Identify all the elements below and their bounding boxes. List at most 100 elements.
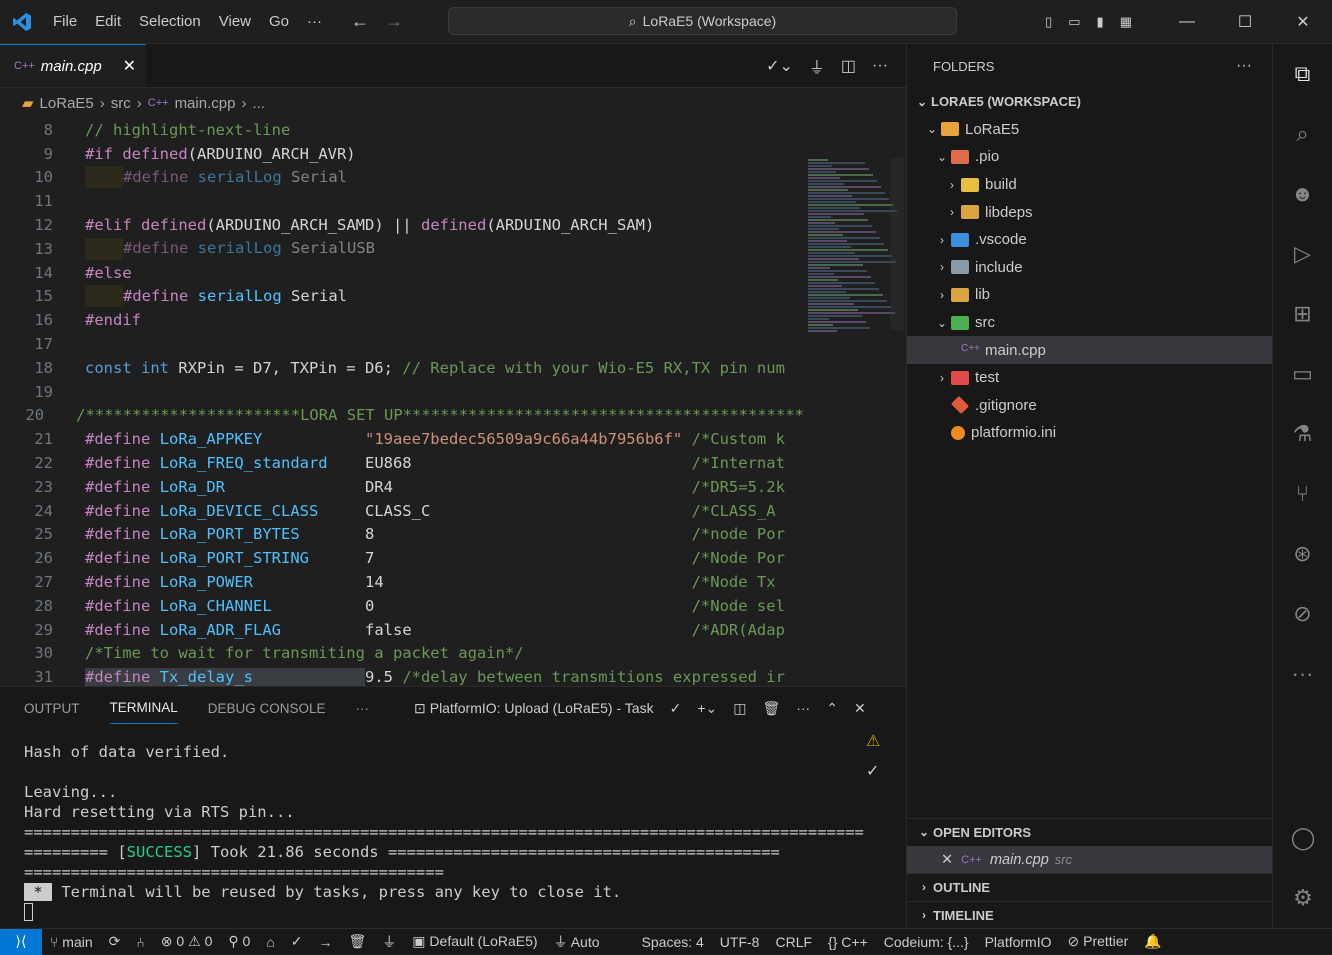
pio-env-status[interactable]: ▣ Default (LoRaE5) bbox=[404, 933, 545, 950]
pio-monitor-icon[interactable]: ⏚ bbox=[374, 932, 404, 952]
extensions-icon[interactable]: ⊞ bbox=[1273, 284, 1332, 344]
tab-terminal[interactable]: TERMINAL bbox=[109, 700, 178, 724]
maximize-button[interactable]: ☐ bbox=[1216, 12, 1274, 32]
remote-indicator-icon[interactable]: ⟩⟨ bbox=[0, 928, 42, 955]
menu-edit[interactable]: Edit bbox=[86, 13, 130, 30]
menu-file[interactable]: File bbox=[44, 13, 86, 30]
prettier-status[interactable]: ⊘ Prettier bbox=[1059, 933, 1136, 950]
timeline-label: TIMELINE bbox=[933, 907, 994, 923]
tree-item[interactable]: .gitignore bbox=[907, 392, 1272, 420]
platformio-icon[interactable]: ☻ bbox=[1273, 164, 1332, 224]
more-actions-icon[interactable]: ··· bbox=[1236, 57, 1252, 75]
accounts-icon[interactable]: ◯ bbox=[1273, 808, 1332, 868]
tree-item[interactable]: › libdeps bbox=[907, 198, 1272, 226]
editor-scrollbar[interactable] bbox=[890, 158, 904, 330]
tab-debug-console[interactable]: DEBUG CONSOLE bbox=[208, 701, 326, 716]
tree-item[interactable]: › test bbox=[907, 364, 1272, 392]
close-window-button[interactable]: ✕ bbox=[1274, 12, 1332, 32]
tree-item[interactable]: ⌄ LoRaE5 bbox=[907, 116, 1272, 144]
pio-clean-icon[interactable]: 🗑 bbox=[341, 933, 375, 950]
testing-icon[interactable]: ⚗ bbox=[1273, 404, 1332, 464]
more-views-icon[interactable]: ··· bbox=[1273, 644, 1332, 704]
close-editor-icon[interactable]: ✕ bbox=[941, 852, 953, 868]
tree-item[interactable]: ⌄ src bbox=[907, 309, 1272, 337]
notifications-bell-icon[interactable]: 🔔 bbox=[1136, 933, 1169, 950]
close-tab-icon[interactable]: ✕ bbox=[123, 56, 136, 76]
git-graph-status-icon[interactable]: ⑃ bbox=[128, 934, 152, 950]
checkmark-icon[interactable]: ✓⌄ bbox=[766, 56, 793, 76]
panel-actions-icon[interactable]: ··· bbox=[796, 700, 810, 716]
section-timeline[interactable]: › TIMELINE bbox=[907, 901, 1273, 928]
code-line: 22 #define LoRa_FREQ_standard EU868 /*Int… bbox=[0, 451, 804, 475]
new-terminal-icon[interactable]: +⌄ bbox=[697, 700, 717, 717]
breadcrumb-symbol[interactable]: ... bbox=[252, 95, 265, 112]
vscode-logo-icon[interactable] bbox=[0, 0, 44, 44]
breadcrumb-workspace[interactable]: LoRaE5 bbox=[40, 95, 94, 112]
search-icon[interactable]: ⌕ bbox=[1273, 104, 1332, 164]
open-editor-item[interactable]: ✕ C++ main.cpp src bbox=[907, 846, 1273, 873]
menu-go[interactable]: Go bbox=[260, 13, 298, 30]
pio-upload-icon[interactable]: → bbox=[311, 934, 341, 950]
panel-more-icon[interactable]: ··· bbox=[356, 701, 370, 716]
explorer-icon[interactable]: ⧉ bbox=[1273, 44, 1332, 104]
indentation-status[interactable]: Spaces: 4 bbox=[634, 934, 712, 950]
more-actions-icon[interactable]: ··· bbox=[872, 57, 888, 75]
sync-icon[interactable]: ⟳ bbox=[101, 933, 129, 950]
minimap-line bbox=[808, 258, 859, 260]
tree-item[interactable]: platformio.ini bbox=[907, 419, 1272, 447]
warning-icon[interactable]: ⚠ bbox=[866, 731, 880, 751]
minimize-button[interactable]: — bbox=[1158, 13, 1216, 31]
tree-item[interactable]: › lib bbox=[907, 281, 1272, 309]
menu-selection[interactable]: Selection bbox=[130, 13, 210, 30]
workspace-root[interactable]: ⌄ LORAE5 (WORKSPACE) bbox=[907, 88, 1272, 116]
tree-item[interactable]: ⌄ .pio bbox=[907, 143, 1272, 171]
back-arrow-icon[interactable]: ← bbox=[351, 11, 369, 32]
codeium-status[interactable]: Codeium: {...} bbox=[876, 934, 977, 950]
tab-main-cpp[interactable]: C++ main.cpp ✕ bbox=[0, 44, 146, 87]
split-terminal-icon[interactable]: ◫ bbox=[733, 700, 746, 717]
plug-icon[interactable]: ⏚ bbox=[809, 54, 825, 78]
tree-item[interactable]: › .vscode bbox=[907, 226, 1272, 254]
breadcrumb-file[interactable]: main.cpp bbox=[175, 95, 236, 112]
check-icon[interactable]: ✓ bbox=[866, 761, 879, 781]
tree-item[interactable]: › include bbox=[907, 254, 1272, 282]
tree-item[interactable]: › build bbox=[907, 171, 1272, 199]
terminal-output[interactable]: Hash of data verified. Leaving... Hard res… bbox=[24, 743, 864, 923]
toggle-secondary-sidebar-icon[interactable]: ▮ bbox=[1097, 14, 1104, 30]
trash-icon[interactable]: 🗑 bbox=[762, 700, 780, 717]
encoding-status[interactable]: UTF-8 bbox=[712, 934, 768, 950]
branch-icon[interactable]: ⑂ main bbox=[42, 934, 101, 950]
section-open-editors[interactable]: ⌄ OPEN EDITORS bbox=[907, 818, 1273, 845]
eol-status[interactable]: CRLF bbox=[767, 934, 820, 950]
git-graph-icon[interactable]: ⊛ bbox=[1273, 524, 1332, 584]
line-number: 29 bbox=[34, 620, 53, 639]
remote-explorer-icon[interactable]: ▭ bbox=[1273, 344, 1332, 404]
toggle-panel-icon[interactable]: ▭ bbox=[1068, 14, 1080, 30]
problems-status[interactable]: ⊗ 0 ⚠ 0 bbox=[153, 933, 221, 950]
tree-item[interactable]: C++ main.cpp bbox=[907, 336, 1272, 364]
forward-arrow-icon[interactable]: → bbox=[385, 11, 403, 32]
run-debug-icon[interactable]: ▷ bbox=[1273, 224, 1332, 284]
section-outline[interactable]: › OUTLINE bbox=[907, 873, 1273, 900]
code-editor[interactable]: 8 // highlight-next-line 9 #if defined(ARDU… bbox=[0, 118, 804, 686]
terminal-task-label[interactable]: PlatformIO: Upload (LoRaE5) - Task bbox=[430, 700, 654, 716]
pull-request-icon[interactable]: ⊘ bbox=[1273, 584, 1332, 644]
pio-port-status[interactable]: ⏚ Auto bbox=[546, 932, 608, 952]
pio-home-icon[interactable]: ⌂ bbox=[258, 934, 282, 950]
ports-status[interactable]: ⚲ 0 bbox=[220, 933, 258, 950]
pio-build-icon[interactable]: ✓ bbox=[283, 933, 311, 950]
breadcrumb-src[interactable]: src bbox=[111, 95, 131, 112]
language-status[interactable]: {} C++ bbox=[820, 934, 876, 950]
source-control-icon[interactable]: ⑂ bbox=[1273, 464, 1332, 524]
menu-more[interactable]: ··· bbox=[298, 13, 331, 30]
settings-gear-icon[interactable]: ⚙ bbox=[1273, 868, 1332, 928]
split-editor-icon[interactable]: ◫ bbox=[841, 56, 856, 76]
close-panel-icon[interactable]: ✕ bbox=[854, 700, 866, 717]
tab-output[interactable]: OUTPUT bbox=[24, 701, 80, 716]
maximize-panel-icon[interactable]: ⌃ bbox=[826, 700, 838, 717]
command-center[interactable]: ⌕ LoRaE5 (Workspace) bbox=[448, 7, 957, 35]
toggle-primary-sidebar-icon[interactable]: ▯ bbox=[1045, 14, 1052, 30]
platformio-status[interactable]: PlatformIO bbox=[977, 934, 1060, 950]
customize-layout-icon[interactable]: ▦ bbox=[1120, 14, 1132, 30]
menu-view[interactable]: View bbox=[210, 13, 260, 30]
